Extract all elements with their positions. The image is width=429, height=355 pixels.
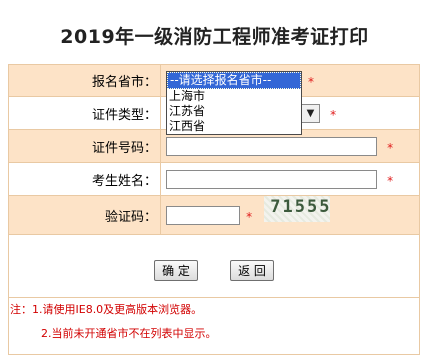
province-option[interactable]: 上海市: [167, 89, 301, 104]
name-label: 考生姓名：: [8, 162, 161, 196]
province-option[interactable]: 江西省: [167, 119, 301, 134]
chevron-down-icon[interactable]: ▼: [301, 104, 319, 122]
page-title: 2019年一级消防工程师准考证打印: [60, 26, 369, 48]
captcha-text: 71555: [270, 197, 332, 217]
back-button[interactable]: 返 回: [230, 259, 274, 281]
captcha-row: 验证码： * 71555: [8, 195, 420, 235]
province-label: 报名省市：: [8, 64, 161, 97]
id-type-label: 证件类型：: [8, 96, 161, 130]
captcha-input[interactable]: [166, 205, 240, 225]
note-line-2: 2.当前未开通省市不在列表中显示。: [41, 327, 217, 340]
required-mark: *: [308, 75, 314, 89]
name-input[interactable]: [166, 169, 377, 189]
button-row: 确 定 返 回: [8, 234, 420, 298]
province-row: 报名省市： --请选择报名省市-- 上海市 江苏省 江西省 *: [8, 64, 420, 135]
id-number-label: 证件号码：: [8, 129, 161, 163]
province-dropdown[interactable]: --请选择报名省市-- 上海市 江苏省 江西省: [166, 71, 302, 135]
notes-row: 注：1.请使用IE8.0及更高版本浏览器。 2.当前未开通省市不在列表中显示。: [8, 297, 420, 355]
captcha-label: 验证码：: [8, 195, 161, 235]
required-mark: *: [387, 140, 394, 155]
province-option[interactable]: 江苏省: [167, 104, 301, 119]
required-mark: *: [330, 107, 337, 122]
name-row: 考生姓名： *: [8, 162, 420, 196]
notes-prefix: 注：: [10, 303, 32, 316]
confirm-button[interactable]: 确 定: [154, 259, 198, 281]
captcha-image[interactable]: 71555: [264, 196, 332, 222]
required-mark: *: [246, 209, 253, 224]
note-line-1: 注：1.请使用IE8.0及更高版本浏览器。: [10, 303, 203, 316]
print-form: 报名省市： --请选择报名省市-- 上海市 江苏省 江西省 * 证件类型： ▼ …: [8, 64, 420, 355]
id-number-input[interactable]: [166, 136, 377, 156]
province-option[interactable]: --请选择报名省市--: [167, 72, 301, 89]
required-mark: *: [387, 173, 394, 188]
